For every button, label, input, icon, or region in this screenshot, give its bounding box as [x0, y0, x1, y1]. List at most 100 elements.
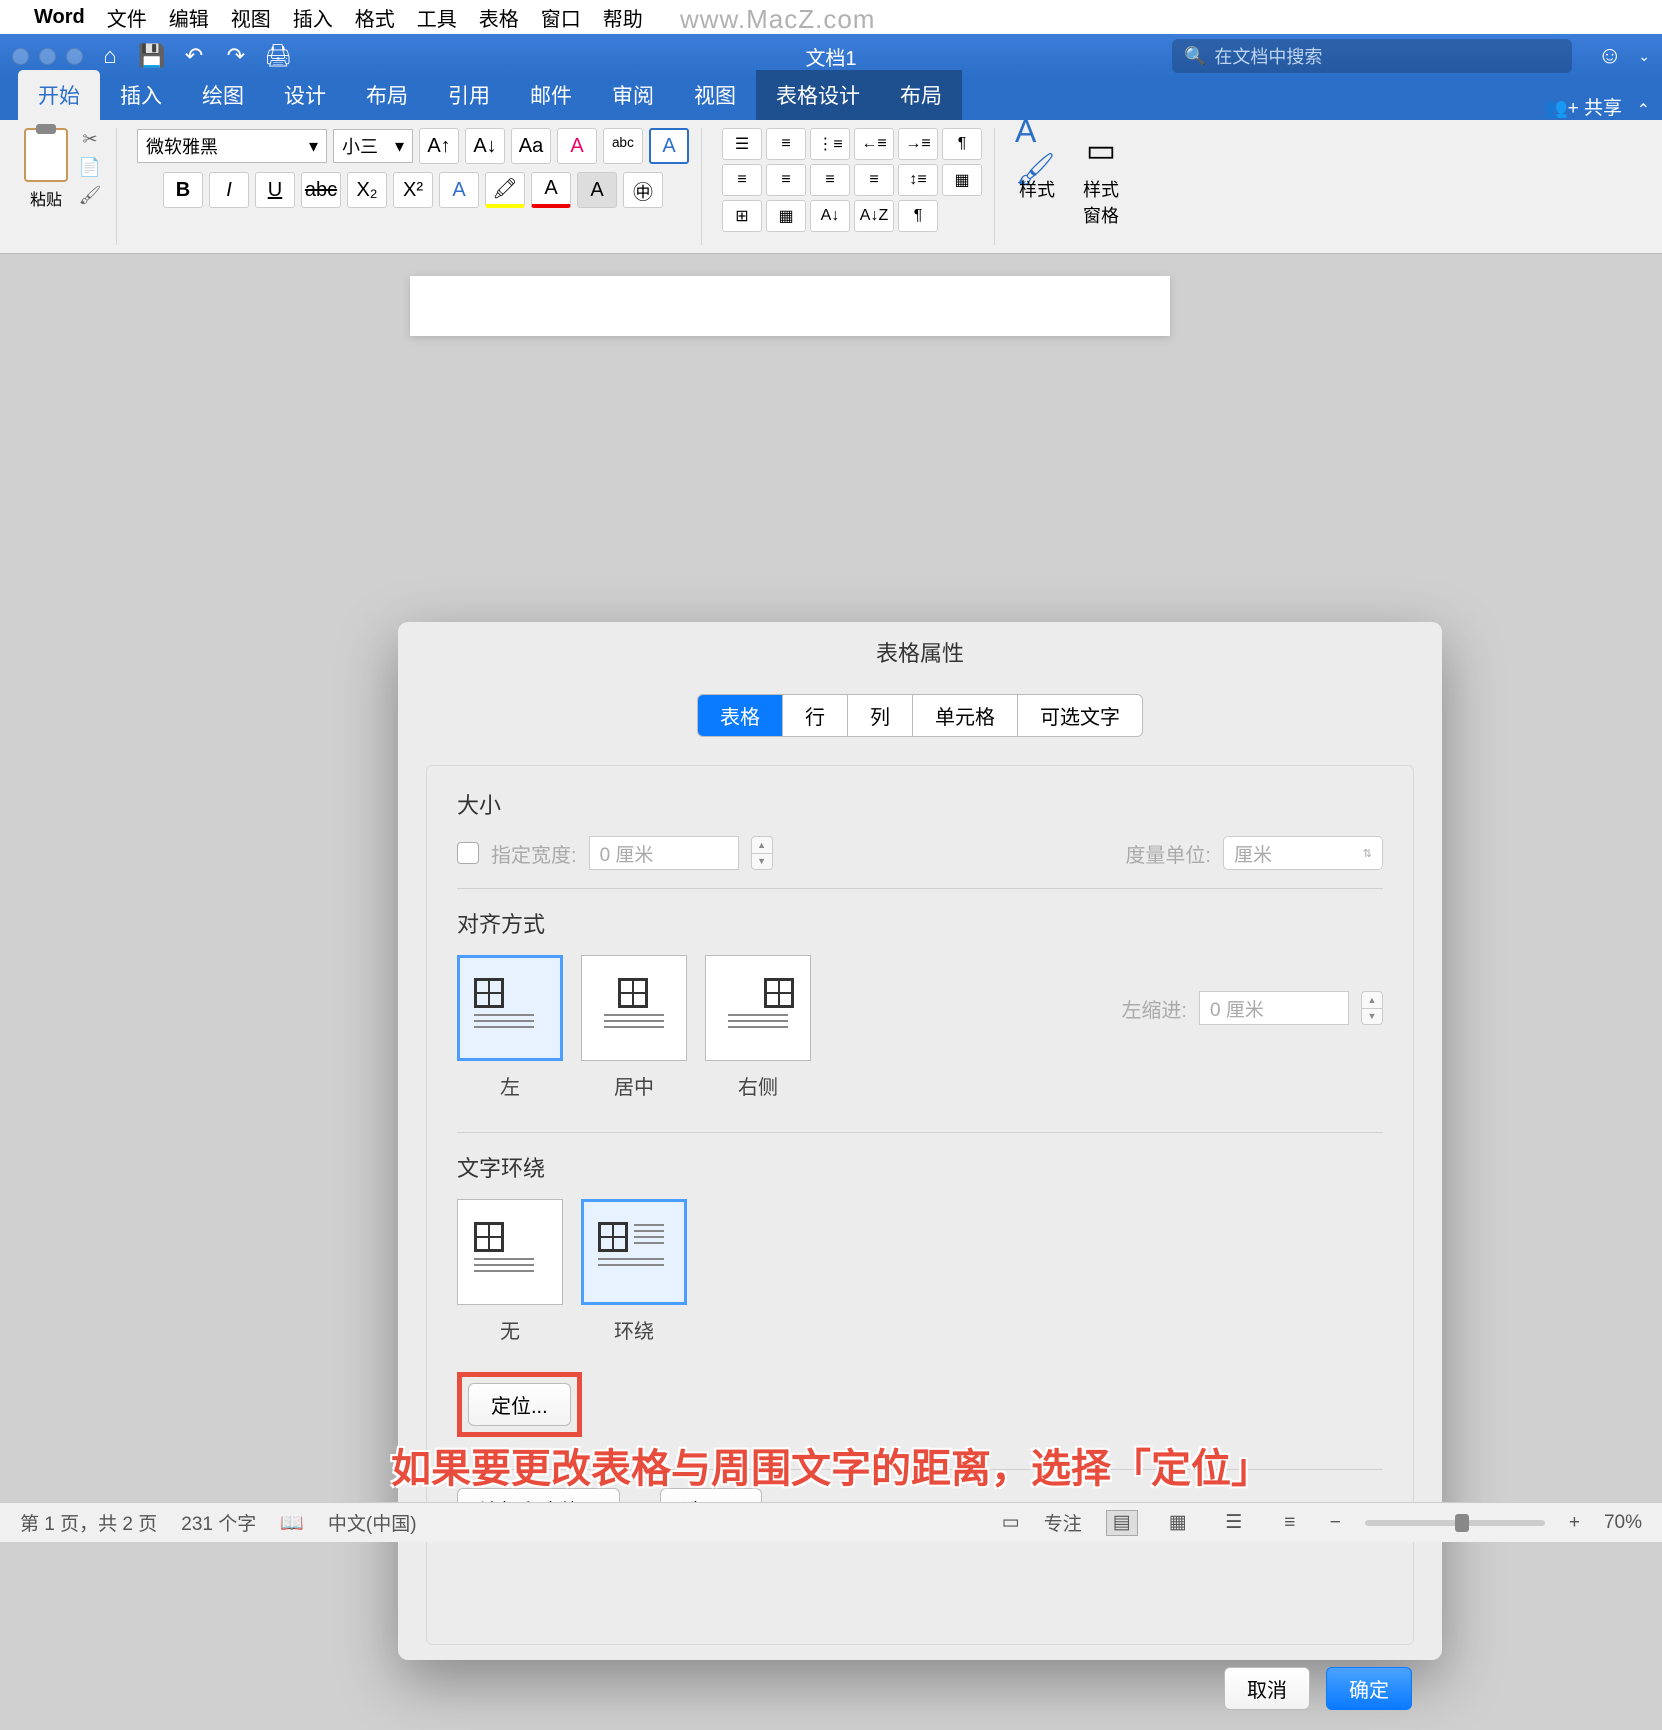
zoom-out-icon[interactable]: − [1330, 1512, 1341, 1534]
decrease-indent-icon[interactable]: ←≡ [854, 128, 894, 160]
tab-column[interactable]: 列 [848, 695, 913, 736]
undo-icon[interactable]: ↶ [179, 41, 209, 71]
underline-button[interactable]: U [255, 172, 295, 208]
redo-icon[interactable]: ↷ [221, 41, 251, 71]
ok-button[interactable]: 确定 [1326, 1667, 1412, 1710]
align-center-icon[interactable]: ≡ [766, 164, 806, 196]
increase-font-icon[interactable]: A↑ [419, 128, 459, 164]
char-border-icon[interactable]: A [649, 128, 689, 164]
phonetic-icon[interactable]: ᵃᵇᶜ [603, 128, 643, 164]
tab-mailings[interactable]: 邮件 [510, 70, 592, 120]
tab-references[interactable]: 引用 [428, 70, 510, 120]
titlebar-chevron[interactable]: ⌄ [1638, 48, 1650, 65]
highlight-icon[interactable]: 🖍 [485, 172, 525, 208]
tab-alt-text[interactable]: 可选文字 [1018, 695, 1142, 736]
sort-icon[interactable]: A↓Z [854, 200, 894, 232]
search-input[interactable]: 🔍 在文档中搜索 [1172, 39, 1572, 73]
app-name[interactable]: Word [34, 6, 85, 29]
menu-view[interactable]: 视图 [231, 3, 271, 32]
font-name-select[interactable]: 微软雅黑▾ [137, 129, 327, 163]
minimize-window[interactable] [39, 48, 56, 65]
italic-button[interactable]: I [209, 172, 249, 208]
web-layout-icon[interactable]: ▦ [1162, 1510, 1194, 1536]
font-color-icon[interactable]: A [531, 172, 571, 208]
shading-icon[interactable]: ▦ [942, 164, 982, 196]
text-effects-icon[interactable]: A [439, 172, 479, 208]
maximize-window[interactable] [66, 48, 83, 65]
cut-icon[interactable]: ✂ [76, 128, 104, 150]
indent-input[interactable]: 0 厘米 [1199, 991, 1349, 1025]
styles-pane-button[interactable]: ▭ 样式 窗格 [1079, 128, 1123, 228]
tab-design[interactable]: 设计 [264, 70, 346, 120]
clear-format-icon[interactable]: A [557, 128, 597, 164]
document-page[interactable] [410, 276, 1170, 336]
bold-button[interactable]: B [163, 172, 203, 208]
align-center-option[interactable] [581, 955, 687, 1061]
font-size-select[interactable]: 小三▾ [333, 129, 413, 163]
line-spacing-icon[interactable]: ↕≡ [898, 164, 938, 196]
table-icon[interactable]: ▦ [766, 200, 806, 232]
decrease-font-icon[interactable]: A↓ [465, 128, 505, 164]
draft-icon[interactable]: ≡ [1274, 1510, 1306, 1536]
menu-tools[interactable]: 工具 [417, 3, 457, 32]
width-stepper[interactable]: ▲▼ [751, 836, 773, 870]
close-window[interactable] [12, 48, 29, 65]
para-marks-icon[interactable]: ¶ [898, 200, 938, 232]
change-case-icon[interactable]: Aa [511, 128, 551, 164]
text-direction-icon[interactable]: A↓ [810, 200, 850, 232]
focus-mode-icon[interactable]: ▭ [1002, 1511, 1020, 1534]
subscript-button[interactable]: X₂ [347, 172, 387, 208]
align-left-option[interactable] [457, 955, 563, 1061]
bullets-icon[interactable]: ☰ [722, 128, 762, 160]
unit-select[interactable]: 厘米⇅ [1223, 836, 1383, 870]
char-shading-icon[interactable]: A [577, 172, 617, 208]
styles-button[interactable]: A🖌 样式 [1015, 128, 1059, 228]
increase-indent-icon[interactable]: →≡ [898, 128, 938, 160]
wrap-none-option[interactable] [457, 1199, 563, 1305]
copy-icon[interactable]: 📄 [76, 156, 104, 178]
print-layout-icon[interactable]: ▤ [1106, 1510, 1138, 1536]
menu-window[interactable]: 窗口 [541, 3, 581, 32]
cancel-button[interactable]: 取消 [1224, 1667, 1310, 1710]
width-input[interactable]: 0 厘米 [589, 836, 739, 870]
format-painter-icon[interactable]: 🖌 [76, 184, 104, 206]
multilevel-icon[interactable]: ⋮≡ [810, 128, 850, 160]
share-button[interactable]: 👥+ 共享 [1544, 93, 1622, 120]
tab-home[interactable]: 开始 [18, 70, 100, 120]
menu-file[interactable]: 文件 [107, 3, 147, 32]
show-marks-icon[interactable]: ¶ [942, 128, 982, 160]
zoom-in-icon[interactable]: + [1569, 1512, 1580, 1534]
tab-view[interactable]: 视图 [674, 70, 756, 120]
wrap-around-option[interactable] [581, 1199, 687, 1305]
focus-label[interactable]: 专注 [1044, 1509, 1082, 1536]
collapse-ribbon-icon[interactable]: ⌃ [1637, 100, 1650, 120]
feedback-icon[interactable]: ☺ [1597, 42, 1622, 70]
tab-table-design[interactable]: 表格设计 [756, 70, 880, 120]
spell-check-icon[interactable]: 📖 [280, 1511, 304, 1535]
strikethrough-button[interactable]: abc [301, 172, 341, 208]
width-checkbox[interactable] [457, 842, 479, 864]
align-left-icon[interactable]: ≡ [722, 164, 762, 196]
indent-stepper[interactable]: ▲▼ [1361, 991, 1383, 1025]
tab-table-layout[interactable]: 布局 [880, 70, 962, 120]
numbering-icon[interactable]: ≡ [766, 128, 806, 160]
save-icon[interactable]: 💾 [137, 41, 167, 71]
menu-table[interactable]: 表格 [479, 3, 519, 32]
menu-help[interactable]: 帮助 [603, 3, 643, 32]
position-button[interactable]: 定位... [468, 1383, 571, 1426]
tab-insert[interactable]: 插入 [100, 70, 182, 120]
print-icon[interactable]: 🖨 [263, 41, 293, 71]
menu-format[interactable]: 格式 [355, 3, 395, 32]
tab-draw[interactable]: 绘图 [182, 70, 264, 120]
menu-insert[interactable]: 插入 [293, 3, 333, 32]
align-right-option[interactable] [705, 955, 811, 1061]
tab-layout[interactable]: 布局 [346, 70, 428, 120]
word-count[interactable]: 231 个字 [181, 1509, 256, 1536]
tab-row[interactable]: 行 [783, 695, 848, 736]
align-right-icon[interactable]: ≡ [810, 164, 850, 196]
tab-review[interactable]: 审阅 [592, 70, 674, 120]
page-status[interactable]: 第 1 页，共 2 页 [20, 1509, 157, 1536]
justify-icon[interactable]: ≡ [854, 164, 894, 196]
language-status[interactable]: 中文(中国) [328, 1509, 417, 1536]
tab-cell[interactable]: 单元格 [913, 695, 1018, 736]
